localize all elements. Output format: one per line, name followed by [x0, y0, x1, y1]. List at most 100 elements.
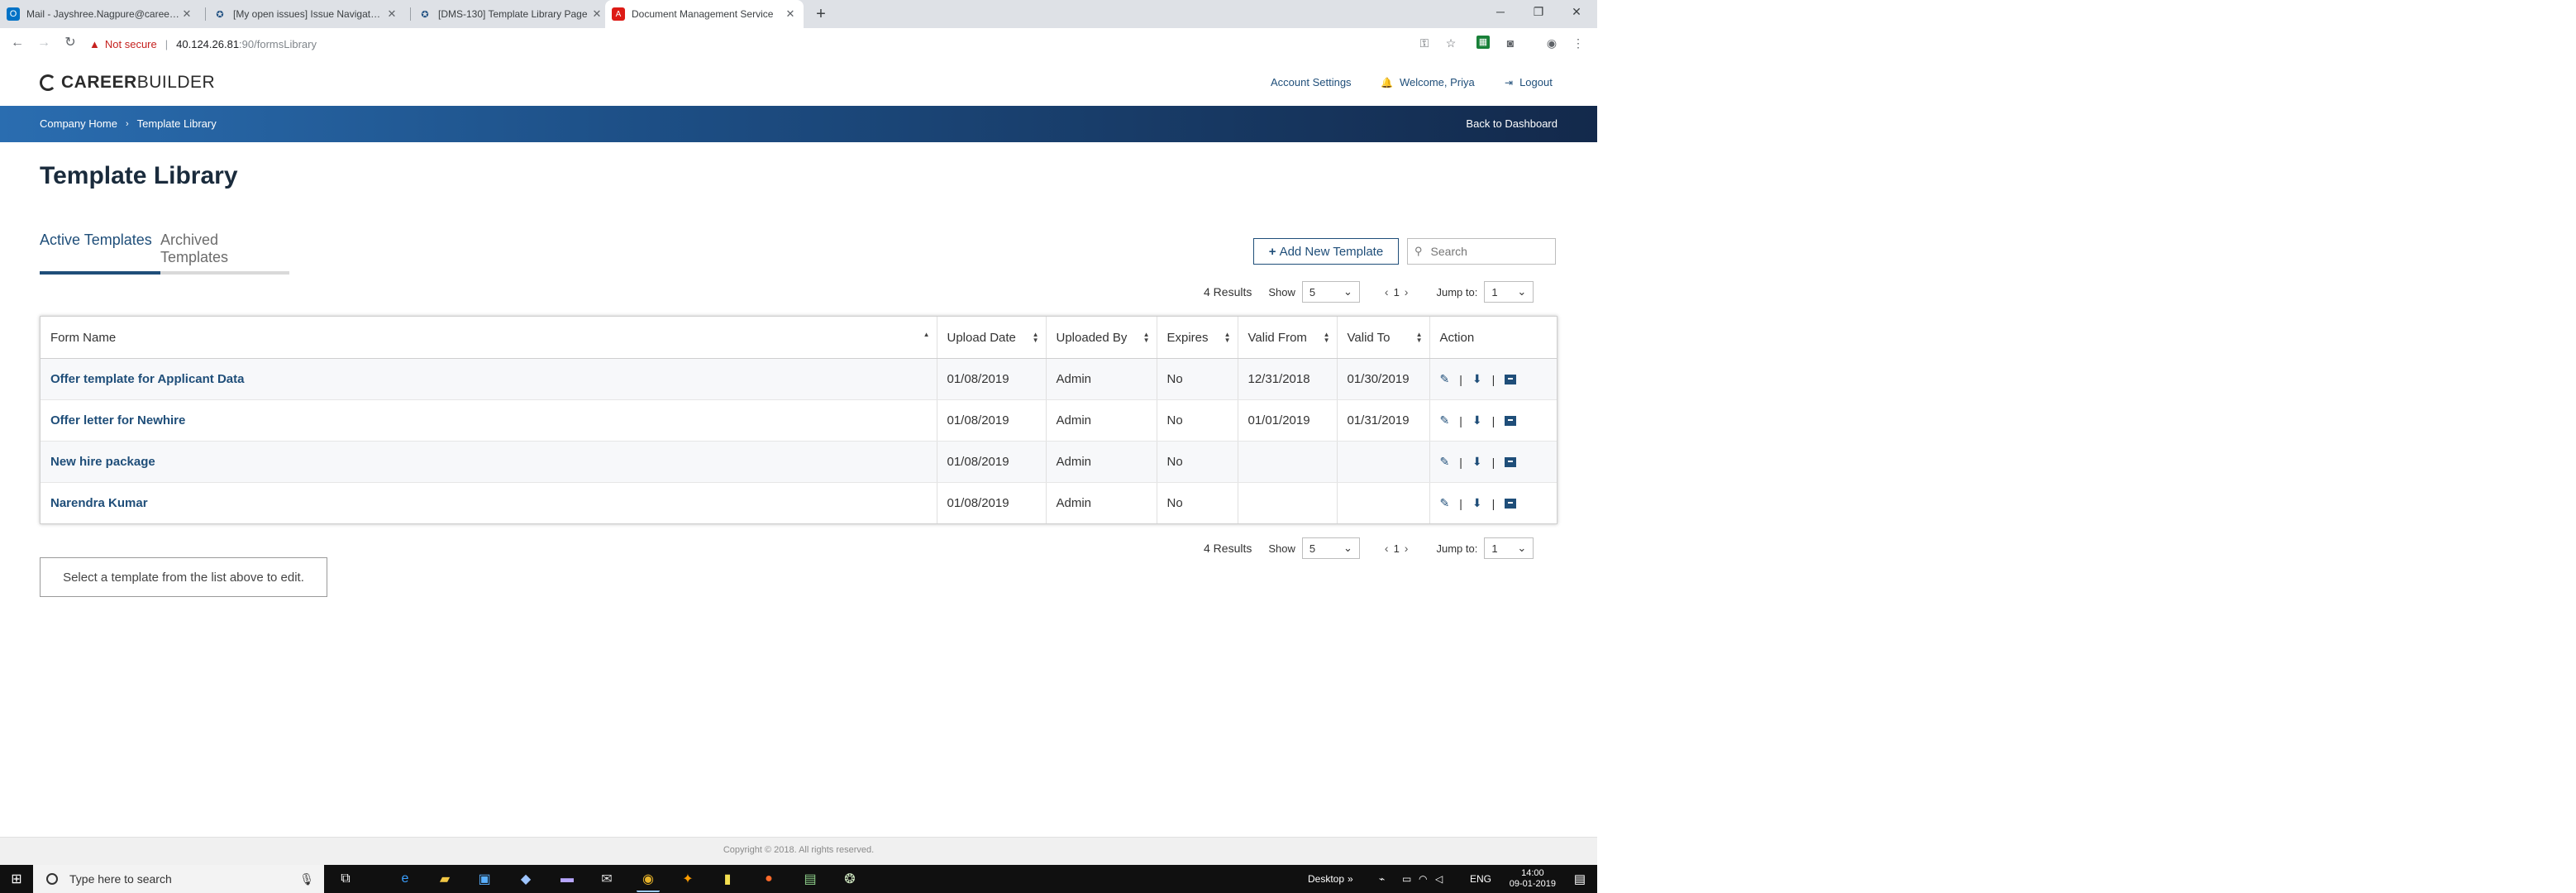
- close-tab-icon[interactable]: ✕: [385, 7, 398, 21]
- column-header-uploaded-by[interactable]: Uploaded By ▲ ▼: [1046, 317, 1157, 359]
- sticky-notes-icon[interactable]: ▮: [716, 867, 739, 891]
- sheets-extension-icon[interactable]: ▦: [1476, 36, 1490, 49]
- upload-date-cell: 01/08/2019: [937, 358, 1047, 400]
- network-status-icon[interactable]: ⌁: [1379, 865, 1385, 893]
- app-icon[interactable]: ✦: [676, 867, 699, 891]
- uploaded-by-cell: Admin: [1046, 482, 1157, 523]
- table-row[interactable]: Offer template for Applicant Data 01/08/…: [41, 358, 1557, 400]
- prev-page-icon[interactable]: ‹: [1385, 285, 1389, 298]
- edge-icon[interactable]: e: [394, 867, 417, 891]
- language-indicator[interactable]: ENG: [1470, 865, 1491, 893]
- new-tab-button[interactable]: +: [810, 3, 832, 25]
- browser-tab-document-management[interactable]: A Document Management Service ✕: [605, 0, 804, 28]
- volume-icon[interactable]: ◁: [1435, 865, 1443, 893]
- star-icon[interactable]: ☆: [1443, 36, 1458, 50]
- archive-icon[interactable]: [1505, 456, 1517, 467]
- table-row[interactable]: New hire package 01/08/2019 Admin No ✎ | ⬇…: [41, 441, 1557, 483]
- form-name-link[interactable]: New hire package: [41, 441, 937, 483]
- archive-icon[interactable]: [1505, 415, 1517, 426]
- jump-select[interactable]: 1 ⌄: [1484, 281, 1534, 303]
- download-icon[interactable]: ⬇: [1472, 413, 1482, 427]
- chevron-down-icon: ⌄: [1517, 542, 1527, 554]
- tab-active-templates[interactable]: Active Templates: [40, 232, 152, 249]
- restore-icon[interactable]: ❐: [1519, 0, 1558, 25]
- warning-icon: ▲: [89, 37, 100, 50]
- desktop-toolbar[interactable]: Desktop»: [1308, 865, 1353, 893]
- tab-archived-templates[interactable]: Archived Templates: [160, 232, 289, 266]
- download-icon[interactable]: ⬇: [1472, 455, 1482, 469]
- bell-icon: 🔔: [1381, 76, 1393, 88]
- reload-icon[interactable]: ↻: [61, 35, 79, 53]
- account-settings-link[interactable]: Account Settings: [1271, 76, 1352, 88]
- edit-icon[interactable]: ✎: [1440, 455, 1450, 469]
- mail-icon[interactable]: ✉: [595, 867, 618, 891]
- app-icon[interactable]: ▤: [799, 867, 822, 891]
- show-select[interactable]: 5 ⌄: [1301, 537, 1360, 559]
- back-to-dashboard-link[interactable]: Back to Dashboard: [1466, 117, 1558, 130]
- taskbar-clock[interactable]: 14:00 09-01-2019: [1510, 868, 1556, 890]
- back-arrow-icon[interactable]: ←: [8, 35, 26, 53]
- edit-icon[interactable]: ✎: [1440, 413, 1450, 427]
- battery-icon[interactable]: ▭: [1402, 865, 1411, 893]
- logout-link[interactable]: ⇥ Logout: [1505, 76, 1553, 88]
- table-row[interactable]: Narendra Kumar 01/08/2019 Admin No ✎ | ⬇ |: [41, 482, 1557, 523]
- key-icon[interactable]: ⚿: [1417, 36, 1432, 50]
- app-icon[interactable]: ❂: [838, 867, 861, 891]
- microphone-icon[interactable]: 🎙: [299, 872, 314, 886]
- camera-extension-icon[interactable]: ◙: [1503, 36, 1518, 50]
- add-new-template-button[interactable]: + Add New Template: [1253, 238, 1399, 265]
- address-bar[interactable]: ▲ Not secure | 40.124.26.81 :90/formsLib…: [89, 32, 1429, 55]
- prev-page-icon[interactable]: ‹: [1385, 542, 1389, 555]
- next-page-icon[interactable]: ›: [1405, 542, 1409, 555]
- profile-icon[interactable]: ◉: [1544, 36, 1559, 50]
- column-header-form-name[interactable]: Form Name ▲: [41, 317, 937, 359]
- browser-tab-dms-130[interactable]: ✪ [DMS-130] Template Library Page ✕: [412, 0, 610, 28]
- edit-icon[interactable]: ✎: [1440, 496, 1450, 510]
- store-icon[interactable]: ▣: [473, 867, 496, 891]
- column-header-valid-to[interactable]: Valid To ▲ ▼: [1337, 317, 1430, 359]
- column-header-expires[interactable]: Expires ▲ ▼: [1157, 317, 1238, 359]
- next-page-icon[interactable]: ›: [1405, 285, 1409, 298]
- task-view-icon[interactable]: ⧉: [334, 867, 357, 891]
- form-name-link[interactable]: Offer template for Applicant Data: [41, 358, 937, 400]
- app-icon[interactable]: ◆: [514, 867, 537, 891]
- browser-tab-mail[interactable]: O Mail - Jayshree.Nagpure@careerbui ✕: [0, 0, 200, 28]
- jira-icon: ✪: [421, 9, 429, 20]
- form-name-link[interactable]: Offer letter for Newhire: [41, 399, 937, 442]
- browser-tab-issue-navigator[interactable]: ✪ [My open issues] Issue Navigator - ✕: [207, 0, 405, 28]
- welcome-user[interactable]: 🔔 Welcome, Priya: [1381, 76, 1475, 88]
- archive-icon[interactable]: [1505, 374, 1517, 384]
- edit-icon[interactable]: ✎: [1440, 372, 1450, 386]
- close-tab-icon[interactable]: ✕: [784, 7, 797, 21]
- show-label: Show: [1268, 285, 1295, 298]
- column-header-upload-date[interactable]: Upload Date ▲ ▼: [937, 317, 1047, 359]
- close-tab-icon[interactable]: ✕: [590, 7, 603, 21]
- search-box[interactable]: ⚲: [1407, 238, 1556, 265]
- jump-select[interactable]: 1 ⌄: [1484, 537, 1534, 559]
- minimize-icon[interactable]: ─: [1481, 0, 1519, 25]
- careerbuilder-logo[interactable]: CAREER BUILDER: [40, 73, 215, 93]
- menu-kebab-icon[interactable]: ⋮: [1571, 36, 1586, 50]
- close-tab-icon[interactable]: ✕: [180, 7, 193, 21]
- forward-arrow-icon[interactable]: →: [35, 35, 53, 53]
- wifi-icon[interactable]: ◠: [1419, 865, 1427, 893]
- form-name-link[interactable]: Narendra Kumar: [41, 482, 937, 523]
- firefox-icon[interactable]: ●: [757, 867, 780, 891]
- search-input[interactable]: [1429, 244, 1540, 259]
- table-row[interactable]: Offer letter for Newhire 01/08/2019 Admi…: [41, 399, 1557, 442]
- action-center-icon[interactable]: ▤: [1574, 872, 1586, 886]
- download-icon[interactable]: ⬇: [1472, 496, 1482, 510]
- archive-icon[interactable]: [1505, 498, 1517, 509]
- file-explorer-icon[interactable]: ▰: [433, 867, 456, 891]
- app-icon[interactable]: ▬: [556, 867, 579, 891]
- show-select[interactable]: 5 ⌄: [1301, 281, 1360, 303]
- column-header-valid-from[interactable]: Valid From ▲ ▼: [1238, 317, 1338, 359]
- plus-icon: +: [1268, 244, 1276, 259]
- windows-start-icon[interactable]: ⊞: [0, 865, 33, 893]
- taskbar-search[interactable]: Type here to search 🎙: [33, 865, 324, 893]
- action-cell: ✎ | ⬇ |: [1429, 358, 1557, 400]
- download-icon[interactable]: ⬇: [1472, 372, 1482, 386]
- breadcrumb-home[interactable]: Company Home: [40, 117, 117, 130]
- close-window-icon[interactable]: ✕: [1558, 0, 1596, 25]
- chrome-icon[interactable]: ◉: [637, 867, 660, 892]
